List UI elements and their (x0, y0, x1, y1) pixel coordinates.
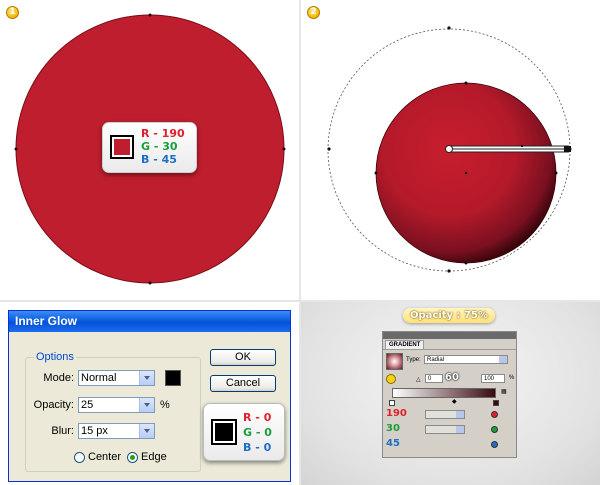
options-group: Options Mode: Normal Opacity: 25 % Blur:… (25, 351, 201, 472)
edge-label: Edge (141, 451, 167, 463)
blur-field[interactable]: 15 px (78, 423, 155, 439)
gradient-panel-body: Type: Radial △ 0 60 100 % ◆ ▦ 190 30 45 (383, 349, 516, 457)
disabled-field-2 (425, 425, 465, 434)
type-select[interactable]: Radial (424, 355, 508, 364)
b-dot (491, 441, 498, 448)
fill-rgb-values: R - 190 G - 30 B - 45 (141, 127, 185, 166)
chevron-down-icon[interactable] (139, 398, 154, 412)
aspect-ratio-field[interactable]: 100 (481, 374, 505, 383)
chevron-down-icon[interactable] (139, 424, 154, 438)
opacity-value: 25 (81, 399, 94, 411)
ok-button[interactable]: OK (210, 349, 276, 366)
glow-rgb-values: R - 0 G - 0 B - 0 (243, 410, 272, 455)
center-radio[interactable] (74, 452, 85, 463)
blur-label: Blur: (51, 425, 74, 437)
opacity-field[interactable]: 25 (78, 397, 155, 413)
angle-value: 0 (428, 376, 432, 382)
step-4-panel: Opacity : 75% GRADIENT Type: Radial △ 0 … (301, 302, 600, 485)
gradient-stop-end[interactable] (493, 400, 499, 406)
fill-r-value: R - 190 (141, 127, 185, 140)
opacity-banner: Opacity : 75% (403, 308, 495, 323)
gradient-stop-start[interactable] (389, 400, 395, 406)
stop-r-value: 190 (386, 408, 407, 419)
fill-color-label: R - 190 G - 30 B - 45 (102, 122, 197, 173)
gradient-panel: GRADIENT Type: Radial △ 0 60 100 % ◆ ▦ 1 (382, 331, 517, 458)
glow-color-label: R - 0 G - 0 B - 0 (203, 403, 285, 461)
glow-color-swatch[interactable] (165, 370, 181, 386)
angle-icon: △ (416, 377, 421, 383)
stop-g-value: 30 (386, 423, 400, 434)
gradient-tab[interactable]: GRADIENT (385, 340, 425, 349)
step-3-panel: Inner Glow Options Mode: Normal Opacity:… (0, 302, 299, 485)
glow-color-preview (211, 419, 237, 445)
edge-radio[interactable] (127, 452, 138, 463)
r-dot (491, 411, 498, 418)
chevron-down-icon (456, 426, 464, 433)
mode-label: Mode: (43, 372, 74, 384)
midpoint-icon[interactable]: ◆ (452, 398, 457, 405)
annotation-marker (386, 374, 396, 384)
aspect-ratio-value: 100 (484, 376, 495, 382)
glow-b-value: B - 0 (243, 441, 272, 454)
mode-value: Normal (81, 372, 117, 384)
fill-g-value: G - 30 (141, 140, 178, 153)
type-value: Radial (427, 357, 445, 363)
gradient-slider[interactable] (392, 388, 496, 398)
annotation-value: 60 (445, 372, 459, 383)
angle-field[interactable]: 0 (425, 374, 443, 383)
stop-b-value: 45 (386, 438, 400, 449)
center-label: Center (88, 451, 122, 463)
chevron-down-icon (456, 411, 464, 418)
options-legend: Options (34, 351, 76, 363)
type-label: Type: (406, 357, 421, 363)
glow-r-value: R - 0 (243, 411, 272, 424)
step-2-panel: 2 (301, 0, 600, 300)
opacity-unit: % (160, 399, 170, 411)
gradient-thumbnail[interactable] (386, 353, 403, 370)
dialog-title: Inner Glow (9, 311, 290, 332)
aspect-ratio-unit: % (509, 375, 515, 381)
inner-glow-dialog: Inner Glow Options Mode: Normal Opacity:… (8, 310, 291, 482)
disabled-field-1 (425, 410, 465, 419)
blur-value: 15 px (81, 425, 108, 437)
fill-b-value: B - 45 (141, 153, 177, 166)
step-1-panel: 1 R - 190 G - 30 B - 45 (0, 0, 299, 300)
g-dot (491, 426, 498, 433)
opacity-label: Opacity: (33, 399, 74, 411)
trash-icon[interactable]: ▦ (501, 388, 507, 395)
chevron-down-icon[interactable] (499, 356, 507, 363)
fill-color-swatch (110, 135, 134, 159)
mode-select[interactable]: Normal (78, 370, 155, 386)
panel-titlebar[interactable] (383, 332, 516, 339)
chevron-down-icon[interactable] (139, 371, 154, 385)
cancel-button[interactable]: Cancel (210, 375, 276, 392)
gradient-red-circle (327, 26, 572, 273)
glow-g-value: G - 0 (243, 426, 272, 439)
